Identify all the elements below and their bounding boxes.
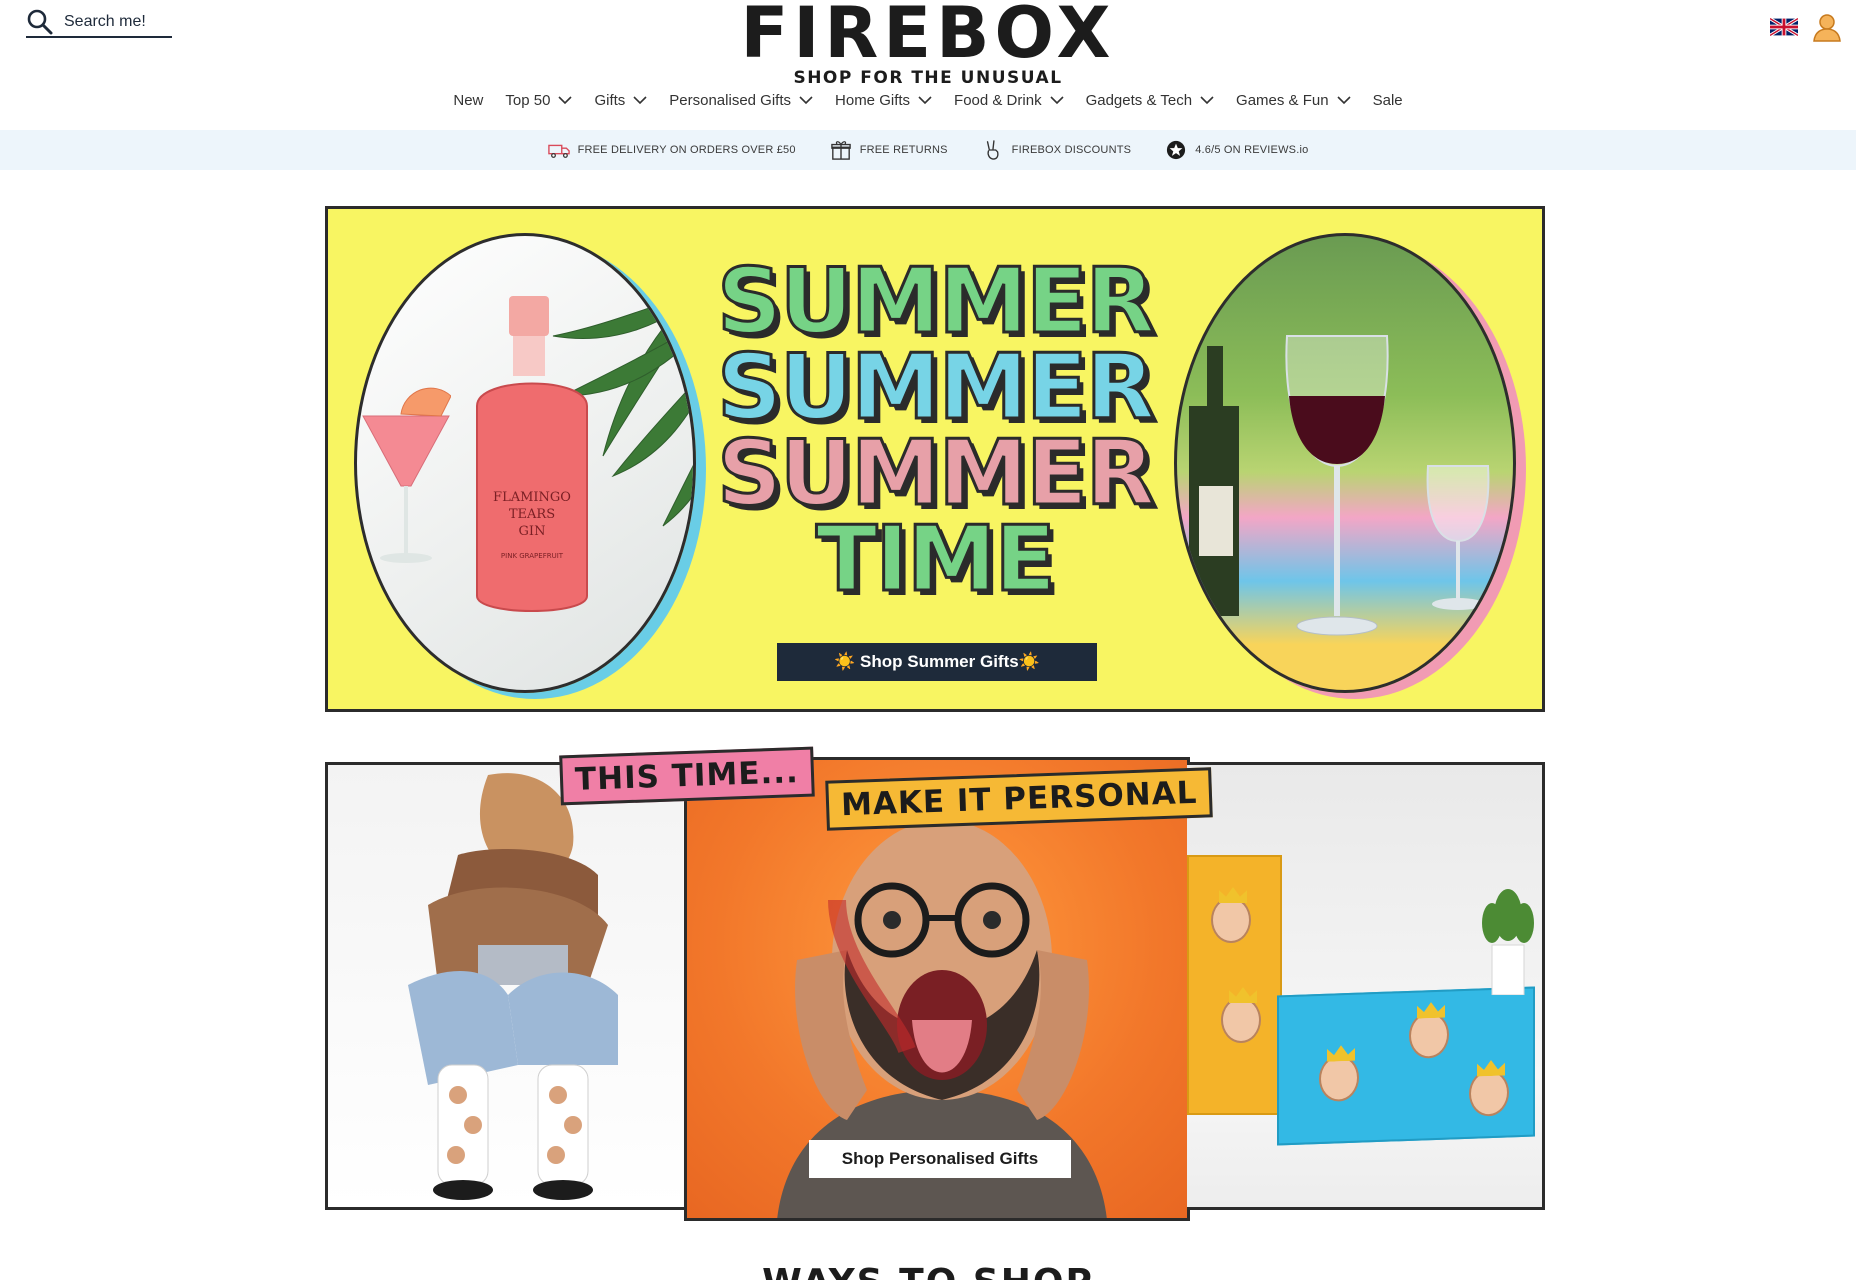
empty-glass-image: [1426, 465, 1490, 610]
wine-image: [1174, 233, 1516, 693]
nav-item-label: Home Gifts: [835, 92, 911, 109]
nav-item-label: New: [453, 92, 484, 109]
shop-summer-gifts-button[interactable]: ☀️ Shop Summer Gifts☀️: [777, 643, 1097, 681]
nav-item-label: Games & Fun: [1236, 92, 1329, 109]
face-print: [1319, 1054, 1359, 1103]
face-print: [1221, 997, 1261, 1043]
nav-item-games-fun[interactable]: Games & Fun: [1236, 92, 1351, 109]
bottle-label-line2: TEARS: [509, 507, 555, 522]
usp-returns-label: FREE RETURNS: [859, 144, 948, 156]
personalised-wrapping-image: [1187, 765, 1542, 1207]
face-print: [1469, 1069, 1509, 1117]
summer-line-3: SUMMER: [716, 421, 1157, 526]
chevron-down-icon[interactable]: [1050, 96, 1064, 105]
nav-item-label: Food & Drink: [954, 92, 1042, 109]
wine-glass-image: [1285, 335, 1389, 636]
nav-item-gadgets-tech[interactable]: Gadgets & Tech: [1086, 92, 1214, 109]
chevron-down-icon[interactable]: [799, 96, 813, 105]
nav-item-food-drink[interactable]: Food & Drink: [954, 92, 1064, 109]
main-nav: New Top 50 Gifts Personalised Gifts Home Gif…: [0, 92, 1856, 109]
gift-icon: [830, 141, 851, 160]
yellow-gift-box: [1187, 855, 1282, 1115]
star-icon: [1167, 140, 1186, 160]
blue-gift-box: [1277, 986, 1535, 1146]
summer-banner[interactable]: FLAMINGO TEARS GIN PINK GRAPEFRUIT SUMME…: [325, 206, 1545, 712]
nav-item-label: Top 50: [505, 92, 551, 109]
usp-reviews-label: 4.6/5 ON REVIEWS.io: [1195, 144, 1309, 156]
summer-line-2: SUMMER: [716, 335, 1157, 440]
summer-line-1: SUMMER: [716, 249, 1157, 354]
gin-image: FLAMINGO TEARS GIN PINK GRAPEFRUIT: [354, 233, 696, 693]
nav-item-new[interactable]: New: [453, 92, 483, 109]
usp-returns[interactable]: FREE RETURNS: [830, 140, 948, 160]
nav-item-gifts[interactable]: Gifts: [594, 92, 647, 109]
summer-headline: SUMMER SUMMER SUMMER TIME: [708, 249, 1162, 612]
woman-sitting-image: [408, 773, 618, 1200]
face-print: [1211, 897, 1251, 943]
nav-item-sale[interactable]: Sale: [1373, 92, 1403, 109]
bottle-label-line4: PINK GRAPEFRUIT: [501, 552, 564, 560]
nav-item-label: Gadgets & Tech: [1085, 92, 1193, 109]
flamingo-gin-bottle-image: FLAMINGO TEARS GIN PINK GRAPEFRUIT: [476, 296, 588, 612]
usp-bar: FREE DELIVERY ON ORDERS OVER £50 FREE RE…: [0, 130, 1856, 170]
potted-plant-image: [1482, 889, 1534, 995]
summer-line-4: TIME: [815, 507, 1058, 612]
ways-to-shop-heading: WAYS TO SHOP: [0, 1262, 1856, 1280]
usp-delivery[interactable]: FREE DELIVERY ON ORDERS OVER £50: [547, 140, 796, 160]
user-icon[interactable]: [1812, 12, 1842, 42]
personalised-socks-image: [328, 765, 683, 1207]
delivery-van-icon: [547, 144, 570, 158]
nav-item-top-50[interactable]: Top 50: [505, 92, 573, 109]
uk-flag-icon[interactable]: [1770, 18, 1798, 36]
nav-item-label: Sale: [1372, 92, 1403, 109]
cocktail-glass-image: [362, 387, 451, 563]
nav-item-home-gifts[interactable]: Home Gifts: [835, 92, 932, 109]
peace-hand-icon: [986, 140, 999, 160]
bottle-label-line3: GIN: [519, 524, 546, 539]
personalised-banner[interactable]: Shop Personalised Gifts THIS TIME... MAK…: [325, 746, 1545, 1221]
usp-reviews[interactable]: 4.6/5 ON REVIEWS.io: [1165, 140, 1308, 160]
usp-discounts-label: FIREBOX DISCOUNTS: [1011, 144, 1132, 156]
site-logo[interactable]: FIREBOX SHOP FOR THE UNUSUAL: [0, 0, 1856, 88]
chevron-down-icon[interactable]: [1337, 96, 1351, 105]
logo-tagline: SHOP FOR THE UNUSUAL: [793, 68, 1063, 88]
this-time-tag: THIS TIME...: [559, 746, 815, 806]
chevron-down-icon[interactable]: [918, 96, 932, 105]
wine-bottle-image: [1189, 346, 1239, 616]
usp-delivery-label: FREE DELIVERY ON ORDERS OVER £50: [577, 144, 796, 156]
nav-item-label: Gifts: [594, 92, 626, 109]
usp-discounts[interactable]: FIREBOX DISCOUNTS: [982, 140, 1132, 160]
shop-personalised-gifts-button[interactable]: Shop Personalised Gifts: [809, 1140, 1071, 1178]
face-print: [1409, 1011, 1449, 1059]
nav-item-personalised-gifts[interactable]: Personalised Gifts: [669, 92, 813, 109]
nav-item-label: Personalised Gifts: [669, 92, 792, 109]
logo-title: FIREBOX: [740, 0, 1116, 74]
chevron-down-icon[interactable]: [1200, 96, 1214, 105]
chevron-down-icon[interactable]: [633, 96, 647, 105]
bottle-label-line1: FLAMINGO: [493, 490, 571, 505]
chevron-down-icon[interactable]: [558, 96, 573, 105]
